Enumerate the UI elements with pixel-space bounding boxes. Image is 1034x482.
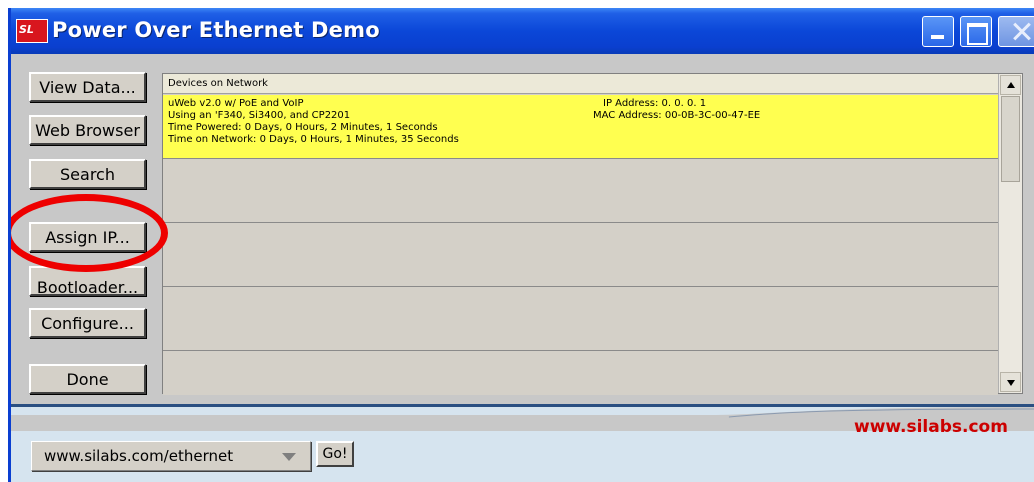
device-ip-address: IP Address: 0. 0. 0. 1 xyxy=(603,98,707,109)
maximize-icon[interactable] xyxy=(960,16,992,47)
device-mac-address: MAC Address: 00-0B-3C-00-47-EE xyxy=(593,110,761,121)
devices-scrollbar[interactable] xyxy=(998,74,1022,393)
empty-device-slot[interactable] xyxy=(163,287,998,351)
scroll-up-icon[interactable] xyxy=(1000,75,1021,95)
empty-device-slot[interactable] xyxy=(163,159,998,223)
url-value: www.silabs.com/ethernet xyxy=(44,447,234,465)
devices-list-header: Devices on Network xyxy=(163,74,998,94)
scrollbar-thumb[interactable] xyxy=(1001,96,1020,182)
window-title: Power Over Ethernet Demo xyxy=(52,18,380,42)
bootloader-button[interactable]: Bootloader... xyxy=(29,266,146,296)
scroll-down-icon[interactable] xyxy=(1000,372,1021,392)
app-window: SL Power Over Ethernet Demo View Data...… xyxy=(8,8,1034,482)
search-button[interactable]: Search xyxy=(29,159,146,189)
logo-text: SL xyxy=(19,23,34,36)
done-button[interactable]: Done xyxy=(29,364,146,394)
empty-device-slot[interactable] xyxy=(163,223,998,287)
chevron-down-icon[interactable] xyxy=(282,453,296,461)
empty-device-slot[interactable] xyxy=(163,351,998,395)
devices-on-network-list: Devices on Network uWeb v2.0 w/ PoE and … xyxy=(162,73,1023,395)
assign-ip-button[interactable]: Assign IP... xyxy=(29,222,146,252)
device-time-network: Time on Network: 0 Days, 0 Hours, 1 Minu… xyxy=(168,134,459,145)
silabs-logo-icon: SL xyxy=(16,19,48,43)
web-browser-button[interactable]: Web Browser xyxy=(29,115,146,145)
footer-bar: www.silabs.com www.silabs.com/ethernet G… xyxy=(11,404,1034,482)
title-bar[interactable]: SL Power Over Ethernet Demo xyxy=(11,8,1034,54)
device-parts: Using an 'F340, Si3400, and CP2201 xyxy=(168,110,351,121)
minimize-icon[interactable] xyxy=(922,16,954,47)
silabs-site-link[interactable]: www.silabs.com xyxy=(854,417,1008,437)
url-dropdown[interactable]: www.silabs.com/ethernet xyxy=(31,441,311,471)
device-time-powered: Time Powered: 0 Days, 0 Hours, 2 Minutes… xyxy=(168,122,438,133)
go-button[interactable]: Go! xyxy=(316,441,354,467)
device-row[interactable]: uWeb v2.0 w/ PoE and VoIP Using an 'F340… xyxy=(163,95,998,159)
configure-button[interactable]: Configure... xyxy=(29,308,146,338)
view-data-button[interactable]: View Data... xyxy=(29,72,146,102)
close-icon[interactable] xyxy=(998,16,1034,47)
device-name: uWeb v2.0 w/ PoE and VoIP xyxy=(168,98,304,109)
